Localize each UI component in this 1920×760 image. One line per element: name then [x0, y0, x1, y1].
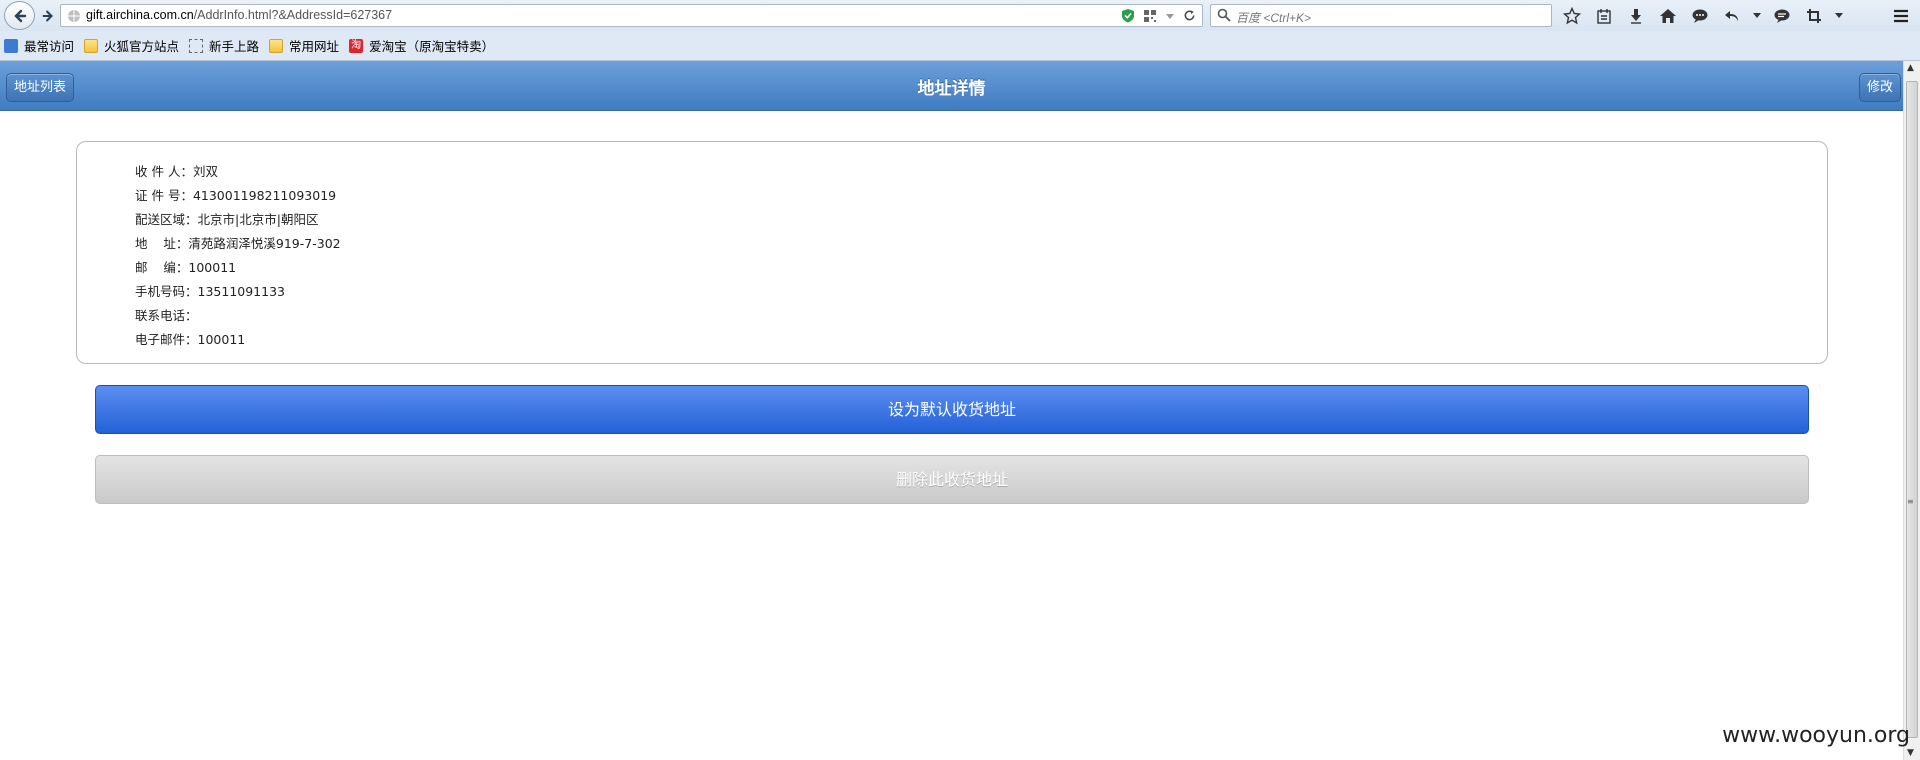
page-viewport: 地址列表 地址详情 修改 收 件 人：刘双 证 件 号：413001198211…: [0, 61, 1903, 760]
detail-recipient: 收 件 人：刘双: [135, 161, 218, 180]
forward-button[interactable]: [35, 3, 61, 28]
folder-icon: [84, 38, 99, 53]
scroll-up-arrow-icon[interactable]: ▲: [1907, 63, 1914, 73]
search-icon: [1217, 8, 1231, 22]
bookmark-icon: [4, 38, 18, 53]
detail-label: 手机号码：: [135, 284, 198, 299]
hamburger-menu-icon[interactable]: [1888, 4, 1914, 28]
detail-label: 地 址：: [135, 236, 189, 251]
star-bookmark-icon[interactable]: [1560, 4, 1584, 28]
detail-label: 收 件 人：: [135, 164, 193, 179]
arrow-left-icon: [13, 9, 26, 22]
detail-label: 邮 编：: [135, 260, 189, 275]
set-default-address-button[interactable]: 设为默认收货地址: [95, 385, 1809, 434]
watermark: www.wooyun.org: [1722, 723, 1910, 748]
bookmark-label: 常用网址: [289, 39, 340, 54]
url-text: gift.airchina.com.cn/AddrInfo.html?&Addr…: [86, 8, 392, 22]
detail-address: 地 址：清苑路润泽悦溪919-7-302: [135, 233, 341, 252]
scrollbar-thumb[interactable]: [1906, 81, 1918, 738]
detail-label: 电子邮件：: [135, 332, 198, 347]
bookmark-most-visited[interactable]: 最常访问: [4, 36, 74, 55]
detail-label: 证 件 号：: [135, 188, 193, 203]
bookmark-label: 爱淘宝（原淘宝特卖）: [369, 39, 495, 54]
delete-address-button[interactable]: 删除此收货地址: [95, 455, 1809, 504]
bookmark-label: 火狐官方站点: [104, 39, 180, 54]
grip-icon: ≡: [1907, 497, 1914, 506]
qr-code-icon[interactable]: [1143, 9, 1157, 23]
detail-value: 清苑路润泽悦溪919-7-302: [188, 236, 341, 251]
detail-value: 100011: [197, 332, 246, 347]
detail-value: 13511091133: [197, 284, 285, 299]
page-title: 地址详情: [917, 79, 986, 99]
chat-bubble-icon[interactable]: [1688, 4, 1712, 28]
vertical-scrollbar[interactable]: ▲ ≡ ▼: [1903, 61, 1920, 760]
home-icon[interactable]: [1656, 4, 1680, 28]
detail-value: 413001198211093019: [192, 188, 337, 203]
bookmark-firefox-site[interactable]: 火狐官方站点: [84, 36, 179, 55]
taobao-icon: 淘: [349, 38, 364, 53]
detail-phone: 联系电话：: [135, 305, 198, 324]
bookmark-label: 新手上路: [209, 39, 260, 54]
search-bar[interactable]: 百度 <Ctrl+K>: [1210, 4, 1552, 27]
bookmark-common-sites[interactable]: 常用网址: [269, 36, 339, 55]
detail-postcode: 邮 编：100011: [135, 257, 236, 276]
bookmark-label: 最常访问: [24, 39, 75, 54]
bookmark-getting-started[interactable]: 新手上路: [189, 36, 259, 55]
search-placeholder: 百度 <Ctrl+K>: [1236, 11, 1312, 25]
browser-toolbar: gift.airchina.com.cn/AddrInfo.html?&Addr…: [0, 0, 1920, 31]
message-icon[interactable]: [1770, 4, 1794, 28]
crop-icon[interactable]: [1802, 4, 1826, 28]
detail-mobile: 手机号码：13511091133: [135, 281, 285, 300]
reload-icon[interactable]: [1183, 9, 1196, 22]
url-domain: gift.airchina.com.cn: [86, 8, 194, 22]
globe-icon: [68, 10, 80, 22]
url-path: /AddrInfo.html?&AddressId=627367: [193, 8, 393, 22]
bookmark-aitaobao[interactable]: 淘爱淘宝（原淘宝特卖）: [349, 36, 494, 55]
back-button[interactable]: [4, 1, 35, 30]
chevron-down-icon[interactable]: [1834, 4, 1844, 28]
download-icon[interactable]: [1624, 4, 1648, 28]
address-details-card: 收 件 人：刘双 证 件 号：413001198211093019 配送区域：北…: [76, 141, 1828, 364]
detail-value: 刘双: [192, 164, 218, 179]
arrow-right-icon: [42, 10, 53, 21]
detail-value: 100011: [188, 260, 237, 275]
detail-email: 电子邮件：100011: [135, 329, 245, 348]
chevron-down-icon[interactable]: [1752, 4, 1762, 28]
detail-id-number: 证 件 号：413001198211093019: [135, 185, 336, 204]
bookmarks-bar: 最常访问 火狐官方站点 新手上路 常用网址 淘爱淘宝（原淘宝特卖）: [0, 31, 1920, 61]
address-bar[interactable]: gift.airchina.com.cn/AddrInfo.html?&Addr…: [60, 4, 1203, 27]
dashed-box-icon: [189, 38, 204, 53]
detail-value: 北京市|北京市|朝阳区: [197, 212, 319, 227]
folder-icon: [269, 38, 284, 53]
detail-label: 配送区域：: [135, 212, 198, 227]
scroll-down-arrow-icon[interactable]: ▼: [1907, 748, 1914, 758]
page-header: 地址列表 地址详情 修改: [0, 61, 1903, 111]
detail-delivery-area: 配送区域：北京市|北京市|朝阳区: [135, 209, 318, 228]
shield-icon[interactable]: [1121, 8, 1135, 23]
detail-label: 联系电话：: [135, 308, 198, 323]
undo-icon[interactable]: [1720, 4, 1744, 28]
dropdown-arrow-icon[interactable]: [1165, 11, 1175, 21]
edit-button[interactable]: 修改: [1858, 73, 1901, 102]
reading-list-icon[interactable]: [1592, 4, 1616, 28]
